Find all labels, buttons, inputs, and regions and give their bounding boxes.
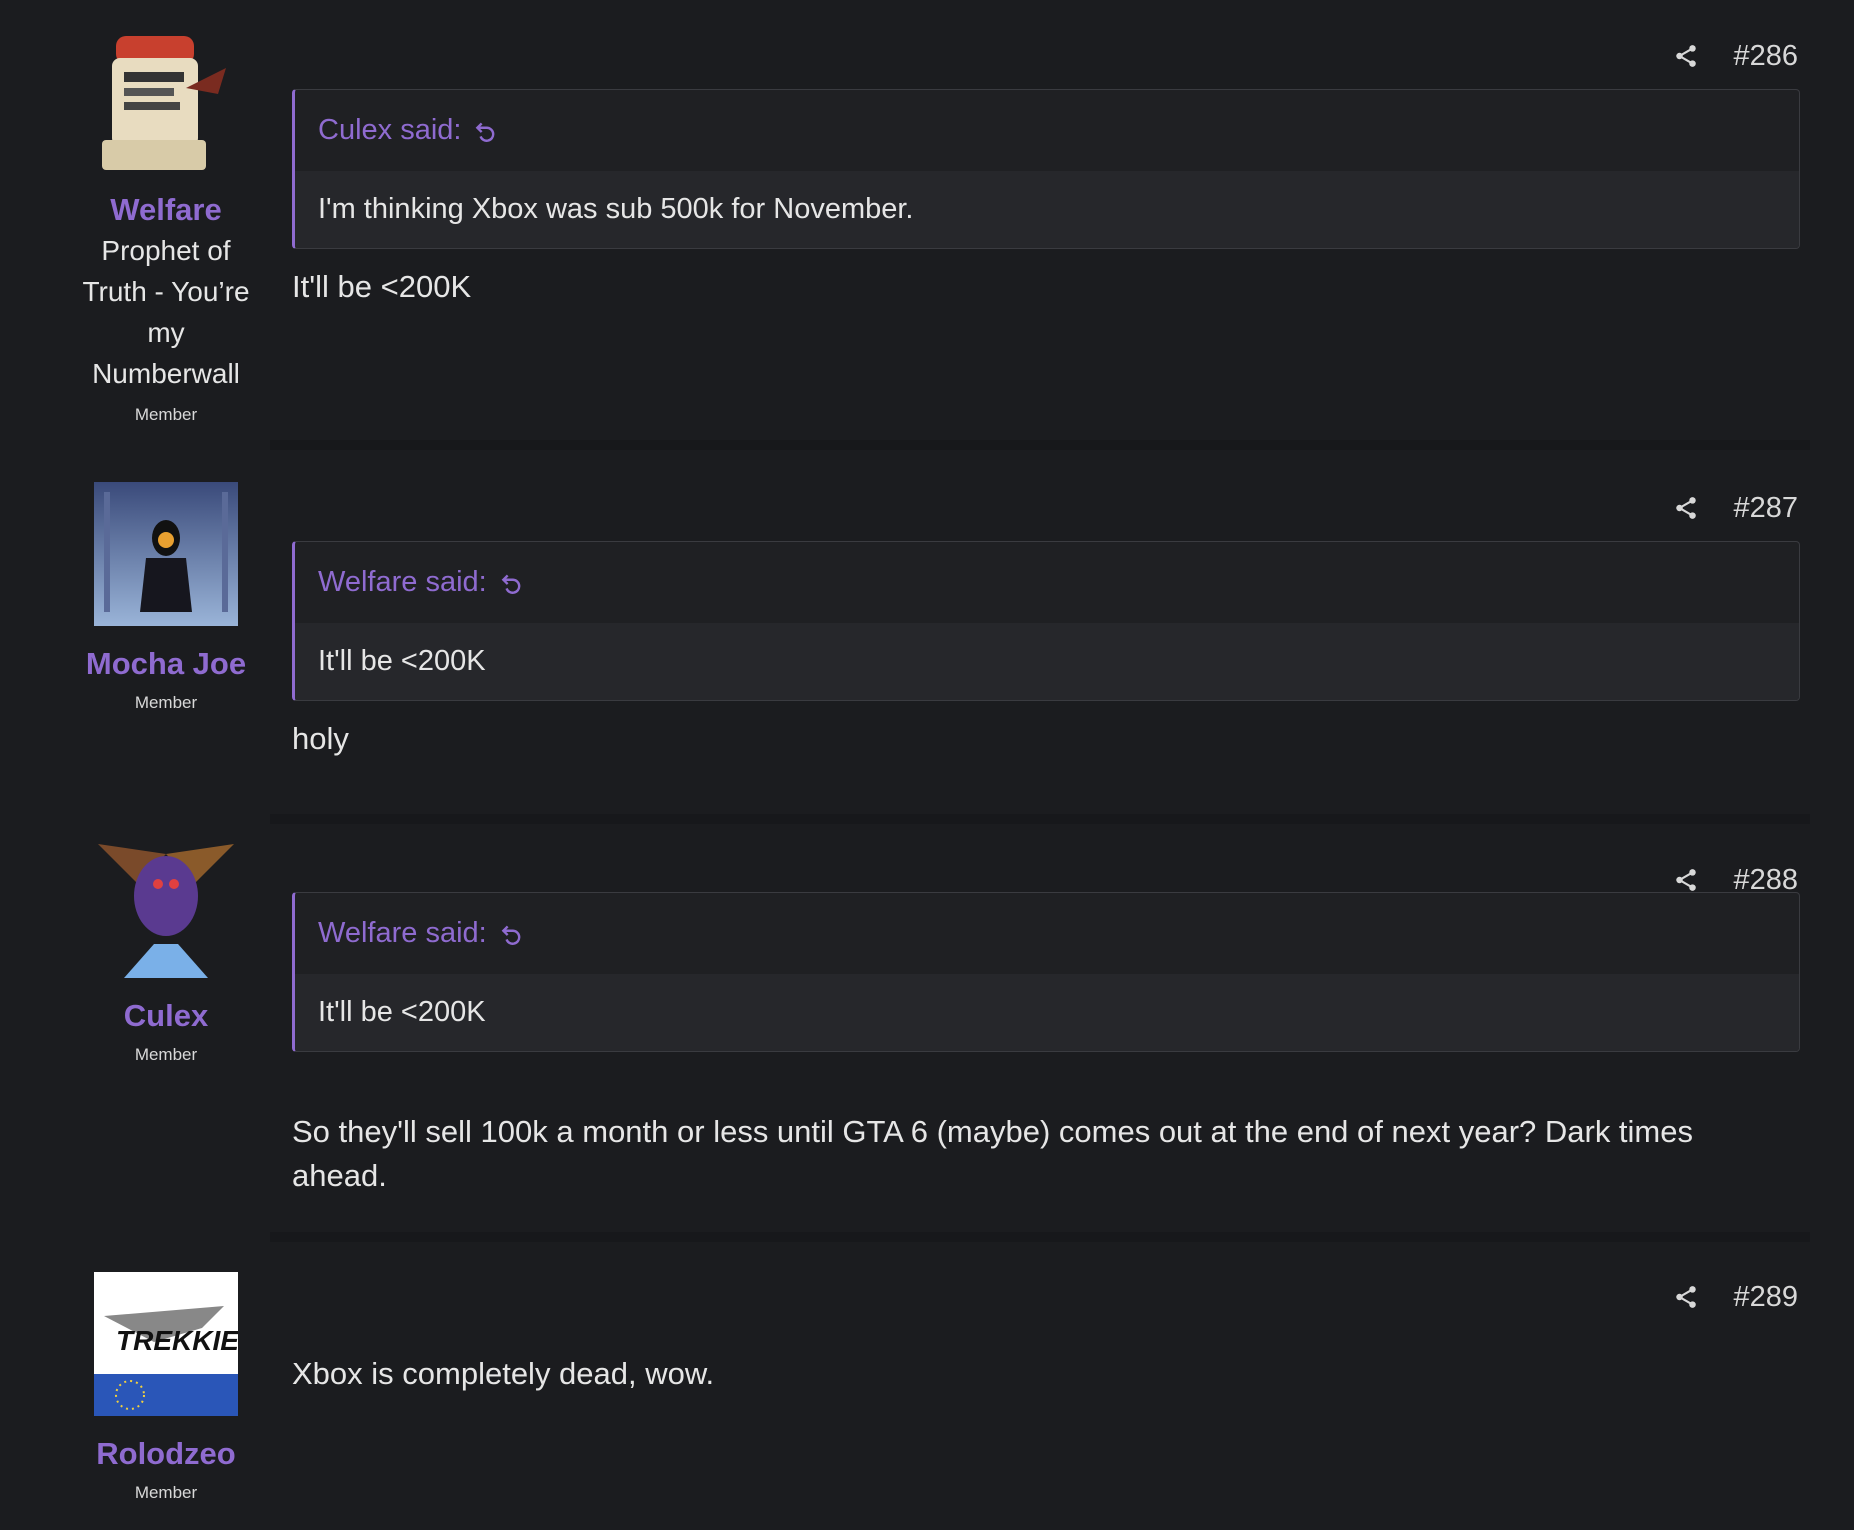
username[interactable]: Culex bbox=[60, 998, 272, 1034]
avatar-mocha-joe[interactable] bbox=[94, 482, 238, 626]
share-icon[interactable] bbox=[1673, 867, 1699, 893]
post-number-link[interactable]: #286 bbox=[1733, 40, 1798, 73]
post-separator bbox=[270, 440, 1810, 450]
avatar-culex[interactable] bbox=[94, 834, 238, 978]
username[interactable]: Mocha Joe bbox=[60, 646, 272, 682]
post-separator bbox=[270, 1232, 1810, 1242]
post-287: Mocha Joe Member #287 Welfare said: It'l… bbox=[0, 450, 1854, 814]
user-title-line: Truth - You’re bbox=[82, 276, 250, 307]
quote-text: It'll be <200K bbox=[295, 623, 1799, 700]
quote-author-link[interactable]: Culex said: bbox=[295, 90, 1799, 171]
quote-block: Welfare said: It'll be <200K bbox=[292, 541, 1800, 701]
quote-author: Welfare said: bbox=[318, 917, 487, 949]
user-role: Member bbox=[134, 1045, 198, 1064]
user-info: Mocha Joe Member bbox=[60, 482, 272, 714]
user-role: Member bbox=[134, 405, 198, 424]
message-body: It'll be <200K bbox=[292, 269, 472, 304]
user-title-line: Prophet of bbox=[101, 235, 231, 266]
post-289: TREKKIE Rolodzeo Member #289 Xbox is com… bbox=[0, 1242, 1854, 1530]
reply-arrow-icon[interactable] bbox=[499, 921, 525, 947]
username[interactable]: Welfare bbox=[60, 192, 272, 228]
message-body: So they'll sell 100k a month or less unt… bbox=[292, 1114, 1693, 1193]
user-info: Culex Member bbox=[60, 834, 272, 1066]
share-icon[interactable] bbox=[1673, 1284, 1699, 1310]
user-info: Welfare Prophet of Truth - You’re my Num… bbox=[60, 28, 272, 426]
avatar-rolodzeo[interactable]: TREKKIE bbox=[94, 1272, 238, 1416]
post-header: #287 bbox=[1673, 488, 1798, 528]
post-number-link[interactable]: #289 bbox=[1733, 1281, 1798, 1314]
quote-author-link[interactable]: Welfare said: bbox=[295, 893, 1799, 974]
quote-block: Welfare said: It'll be <200K bbox=[292, 892, 1800, 1052]
post-header: #286 bbox=[1673, 36, 1798, 76]
username[interactable]: Rolodzeo bbox=[60, 1436, 272, 1472]
quote-text: It'll be <200K bbox=[295, 974, 1799, 1051]
quote-author-link[interactable]: Welfare said: bbox=[295, 542, 1799, 623]
reply-arrow-icon[interactable] bbox=[499, 570, 525, 596]
user-role: Member bbox=[134, 693, 198, 712]
message-body: Xbox is completely dead, wow. bbox=[292, 1356, 715, 1391]
thread: Welfare Prophet of Truth - You’re my Num… bbox=[0, 0, 1854, 1530]
post-header: #289 bbox=[1673, 1277, 1798, 1317]
quote-block: Culex said: I'm thinking Xbox was sub 50… bbox=[292, 89, 1800, 249]
user-info: TREKKIE Rolodzeo Member bbox=[60, 1272, 272, 1504]
user-title: Prophet of Truth - You’re my Numberwall bbox=[60, 230, 272, 394]
post-288: Culex Member #288 Welfare said: It'll be… bbox=[0, 824, 1854, 1232]
post-286: Welfare Prophet of Truth - You’re my Num… bbox=[0, 0, 1854, 440]
post-separator bbox=[270, 814, 1810, 824]
quote-author: Welfare said: bbox=[318, 566, 487, 598]
user-role: Member bbox=[134, 1483, 198, 1502]
quote-author: Culex said: bbox=[318, 114, 462, 146]
reply-arrow-icon[interactable] bbox=[473, 118, 499, 144]
share-icon[interactable] bbox=[1673, 43, 1699, 69]
user-title-line: Numberwall bbox=[92, 358, 240, 389]
share-icon[interactable] bbox=[1673, 495, 1699, 521]
avatar-welfare[interactable] bbox=[94, 28, 238, 172]
post-number-link[interactable]: #287 bbox=[1733, 492, 1798, 525]
avatar-text: TREKKIE bbox=[116, 1325, 238, 1356]
message-body: holy bbox=[292, 721, 349, 756]
quote-text: I'm thinking Xbox was sub 500k for Novem… bbox=[295, 171, 1799, 248]
user-title-line: my bbox=[147, 317, 185, 348]
